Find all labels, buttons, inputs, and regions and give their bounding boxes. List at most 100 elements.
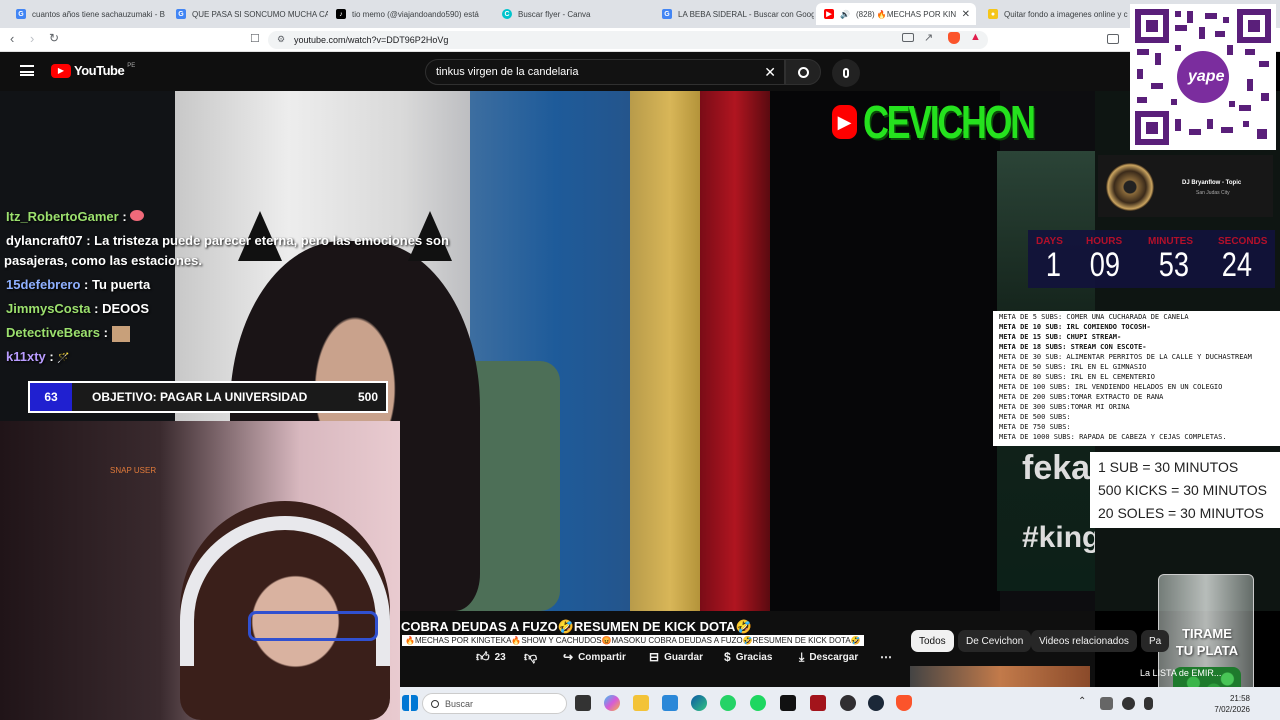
goal-item: META DE 100 SUBS: IRL VENDIENDO HELADOS … [999,383,1223,391]
like-count: 23 [494,651,506,663]
browser-tab[interactable]: C Buscar flyer - Canva [494,3,654,25]
download-button[interactable]: ⤓ Descargar [799,647,858,667]
channel-banner-text: CEVICHON [863,96,1036,148]
featured-channel-sub: San Judas City [1196,190,1230,196]
goal-item: META DE 200 SUBS:TOMAR EXTRACTO DE RANA [999,393,1164,401]
brave-icon[interactable] [896,695,912,711]
goal-item: META DE 15 SUB: CHUPI STREAM- [999,333,1122,341]
browser-tab[interactable]: G LA BEBA SIDERAL - Buscar con Goog [654,3,814,25]
browser-tab-strip: G cuantos años tiene sachauzumaki - B G … [0,0,1280,28]
windows-start-icon[interactable] [402,695,418,711]
like-button[interactable]: 👍︎ 23 [476,647,506,667]
tab-title: LA BEBA SIDERAL - Buscar con Goog [678,9,814,19]
more-icon: ⋯ [880,650,892,664]
clock-date: 7/02/2026 [1214,705,1250,714]
copilot-icon[interactable] [604,695,620,711]
youtube-logo-icon: ▶ [51,63,71,78]
timer-days: 1 [1045,246,1062,284]
edge-icon[interactable] [691,695,707,711]
browser-tab[interactable]: ♪ tio memo (@viajandoando590) está [328,3,488,25]
steam-icon[interactable] [868,695,884,711]
yape-logo-text: yape [1188,68,1225,85]
forward-icon[interactable]: › [30,31,34,46]
microphone-icon [843,68,849,78]
menu-icon[interactable] [20,65,34,76]
related-video-title[interactable]: La LISTA de EMIR... [1140,668,1221,678]
brave-shield-icon[interactable] [948,32,960,44]
youtube-logo-icon: ▶ [832,105,858,139]
clear-icon[interactable]: ✕ [764,64,776,81]
tab-title: cuantos años tiene sachauzumaki - B [32,9,165,19]
clock[interactable]: 21:58 7/02/2026 [1190,693,1250,715]
reload-icon[interactable]: ↻ [49,31,59,45]
chip-related[interactable]: Videos relacionados [1031,630,1137,652]
thanks-button[interactable]: $ Gracias [724,647,772,667]
cast-icon[interactable] [902,33,914,42]
download-icon: ⤓ [799,649,805,664]
store-icon[interactable] [662,695,678,711]
chevron-up-icon[interactable]: ⌃ [1078,696,1086,707]
voice-search-button[interactable] [832,59,860,87]
back-icon[interactable]: ‹ [10,31,14,46]
tray-icon[interactable] [1100,697,1113,710]
browser-tab[interactable]: G cuantos años tiene sachauzumaki - B [8,3,168,25]
jar-text: TIRAME TU PLATA [1159,625,1255,659]
browser-tab[interactable]: G QUE PASA SI SONCUMO MUCHA CAI [168,3,328,25]
tab-title: tio memo (@viajandoando590) está [352,9,479,19]
speaker-icon[interactable]: 🔊 [840,10,850,19]
chat-username: JimmysCosta [6,301,91,316]
google-icon: G [176,9,186,19]
goal-item: META DE 50 SUBS: IRL EN EL GIMNASIO [999,363,1147,371]
tray-icon[interactable] [1122,697,1135,710]
removebg-icon: ● [988,9,998,19]
more-actions-button[interactable]: ⋯ [880,647,892,667]
chip-more[interactable]: Pa [1141,630,1170,652]
taskbar-search[interactable]: Buscar [422,693,567,714]
url-field[interactable]: ⚙ youtube.com/watch?v=DDT96P2HoVg [268,31,988,49]
brave-rewards-icon[interactable]: ▲ [970,31,981,43]
goal-item: META DE 18 SUBS: STREAM CON ESCOTE- [999,343,1147,351]
share-icon[interactable]: ↗ [924,31,933,44]
close-icon[interactable]: ✕ [962,9,970,20]
related-video-thumbnail[interactable] [910,666,1090,687]
google-icon: G [16,9,26,19]
related-chips: Todos De Cevichon Videos relacionados Pa [905,630,1170,654]
spotify-icon[interactable] [750,695,766,711]
chat-username: Itz_RobertoGamer [6,209,119,224]
browser-tab-active[interactable]: ▶ 🔊 (828) 🔥MECHAS POR KING ✕ [816,3,976,25]
tiktok-icon: ♪ [336,9,346,19]
search-input[interactable]: tinkus virgen de la candelaria ✕ [425,59,785,85]
taskbar-search-placeholder: Buscar [445,698,474,709]
obs-icon[interactable] [840,695,856,711]
thumbs-down-icon: 👎︎ [524,649,538,664]
chat-text: DEOOS [102,301,150,316]
channel-banner: ▶ CEVICHON [832,96,1082,148]
streamer-webcam: SNAP USER [0,421,400,720]
sidebar-icon[interactable] [1107,34,1119,44]
chip-all[interactable]: Todos [911,630,954,652]
browser-tab[interactable]: ● Quitar fondo a imagenes online y c [980,3,1130,25]
tab-title: Quitar fondo a imagenes online y c [1004,9,1128,19]
bookmark-icon[interactable]: ☐ [250,32,260,45]
dota-icon[interactable] [810,695,826,711]
chip-from-channel[interactable]: De Cevichon [958,630,1032,652]
timer-hours: 09 [1089,246,1121,284]
capcut-icon[interactable] [780,695,796,711]
youtube-logo[interactable]: ▶ YouTube PE [51,63,135,78]
countdown-timer: DAYS HOURS MINUTES SECONDS 1 09 53 24 [1028,230,1275,288]
save-button[interactable]: ⊟ Guardar [649,647,703,667]
file-explorer-icon[interactable] [633,695,649,711]
chat-text: La tristeza puede parecer eterna, pero l… [94,233,449,248]
goal-item: META DE 80 SUBS: IRL EN EL CEMENTERIO [999,373,1155,381]
site-info-icon[interactable]: ⚙ [277,34,285,45]
search-button[interactable] [785,59,821,85]
share-button[interactable]: ↪ Compartir [563,647,626,667]
webcam-text: SNAP USER [110,466,157,475]
goal-item: META DE 10 SUB: IRL COMIENDO TOCOSH- [999,323,1151,331]
timer-seconds: 24 [1221,246,1253,284]
dislike-button[interactable]: 👎︎ [524,647,537,667]
mic-icon[interactable] [1144,697,1153,710]
search-icon [431,699,439,708]
task-view-icon[interactable] [575,695,591,711]
whatsapp-icon[interactable] [720,695,736,711]
